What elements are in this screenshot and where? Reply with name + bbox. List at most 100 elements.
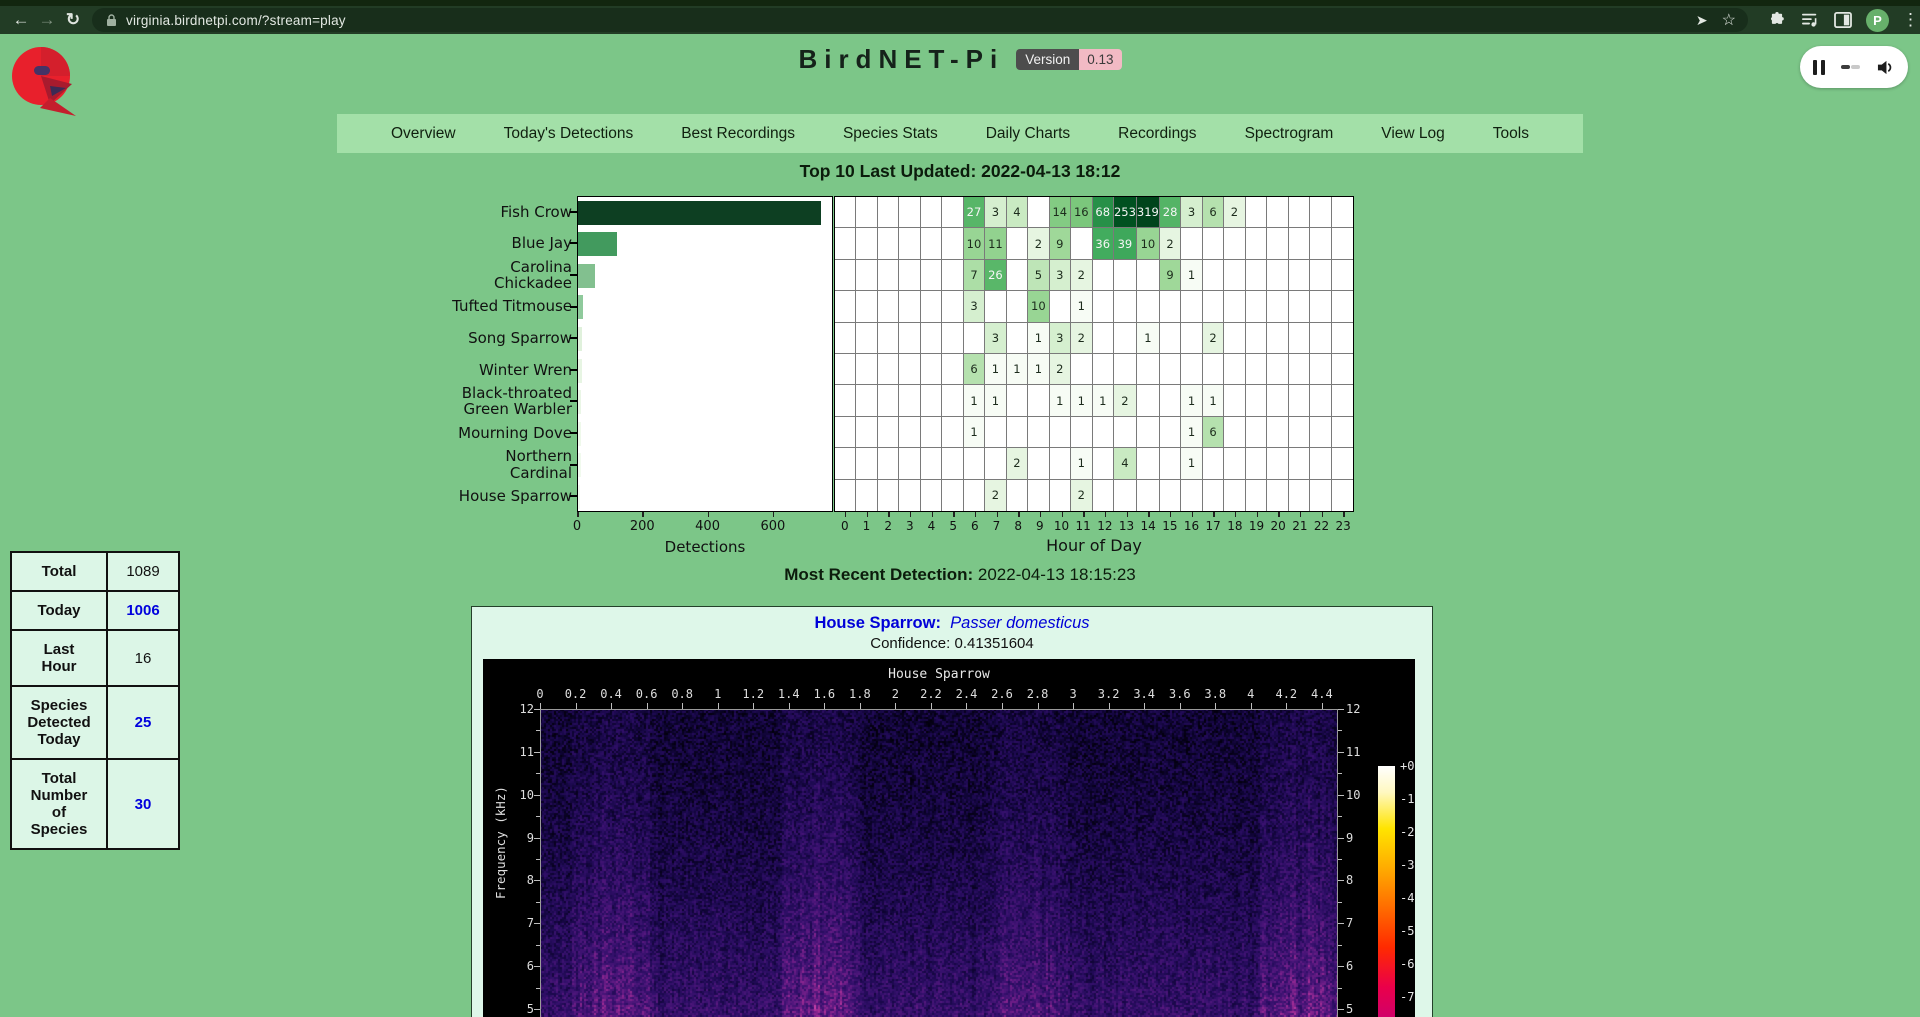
heatmap-cell: 14 [1050, 197, 1071, 228]
heatmap-cell [1203, 260, 1224, 291]
stats-value: 16 [107, 630, 179, 686]
detections-bar [578, 359, 582, 383]
heatmap-cell [1310, 417, 1331, 448]
hour-axis-tick [1213, 512, 1215, 517]
heatmap-cell: 68 [1093, 197, 1114, 228]
heatmap-cell [1093, 448, 1114, 479]
colorbar-label: -10 [1400, 792, 1415, 806]
heatmap-cell [921, 354, 942, 385]
forward-icon[interactable]: → [34, 10, 60, 30]
stats-row: Species Detected Today25 [11, 686, 179, 759]
bookmark-star-icon[interactable]: ☆ [1722, 10, 1736, 30]
heatmap-cell [1224, 417, 1245, 448]
menu-item-recordings[interactable]: Recordings [1118, 125, 1196, 143]
detection-common-name[interactable]: House Sparrow: [814, 614, 941, 632]
heatmap-cell [1310, 480, 1331, 511]
heatmap-cell [835, 385, 856, 416]
spec-freq-tick [1338, 966, 1344, 967]
send-icon[interactable]: ➤ [1696, 12, 1708, 29]
heatmap-cell [921, 228, 942, 259]
menu-item-today-s-detections[interactable]: Today's Detections [504, 125, 634, 143]
heatmap-cell: 2 [1007, 448, 1028, 479]
spec-freq-minor-tick [1338, 945, 1342, 946]
heatmap-cell [835, 197, 856, 228]
side-panel-icon[interactable] [1833, 12, 1853, 28]
heatmap-cell [1289, 480, 1310, 511]
heatmap-cell [1246, 197, 1267, 228]
heatmap-cell [1310, 228, 1331, 259]
hour-axis-tick-label: 0 [841, 519, 849, 533]
heatmap-cell [1181, 480, 1202, 511]
heatmap-cell [899, 228, 920, 259]
hour-axis-tick [932, 512, 934, 517]
species-tick [570, 337, 577, 339]
spec-freq-tick [1338, 709, 1344, 710]
heatmap-cell [835, 354, 856, 385]
heatmap-cell: 16 [1071, 197, 1092, 228]
menu-item-daily-charts[interactable]: Daily Charts [986, 125, 1070, 143]
menu-item-view-log[interactable]: View Log [1381, 125, 1444, 143]
hour-axis-tick [953, 512, 955, 517]
menu-item-tools[interactable]: Tools [1493, 125, 1529, 143]
hour-axis-tick [1278, 512, 1280, 517]
heatmap-cell: 10 [1028, 291, 1049, 322]
species-label: Song Sparrow [400, 330, 572, 347]
heatmap-cell [1028, 448, 1049, 479]
heatmap-cell [942, 354, 963, 385]
menu-item-overview[interactable]: Overview [391, 125, 456, 143]
heatmap-cell: 6 [1203, 197, 1224, 228]
heatmap-cell [835, 417, 856, 448]
heatmap-cell [985, 448, 1006, 479]
hour-axis-tick [1062, 512, 1064, 517]
heatmap-cell [856, 354, 877, 385]
spec-time-tick [824, 703, 825, 709]
heatmap-cell [921, 448, 942, 479]
spec-freq-label: 11 [504, 745, 534, 759]
hour-axis-tick [1148, 512, 1150, 517]
reload-icon[interactable]: ↻ [60, 10, 86, 30]
heatmap-cell: 3 [985, 323, 1006, 354]
media-controls-icon[interactable] [1800, 12, 1820, 28]
heatmap-cell [1114, 260, 1137, 291]
heatmap-cell [1267, 354, 1288, 385]
heatmap-cell [1007, 417, 1028, 448]
stats-value[interactable]: 30 [107, 759, 179, 849]
address-bar[interactable]: virginia.birdnetpi.com/?stream=play ➤ ☆ [92, 8, 1748, 32]
hour-axis-tick [1018, 512, 1020, 517]
extensions-puzzle-icon[interactable] [1767, 12, 1787, 29]
spec-freq-label: 9 [504, 831, 534, 845]
menu-item-species-stats[interactable]: Species Stats [843, 125, 938, 143]
heatmap-cell [1310, 385, 1331, 416]
heatmap-cell [1160, 354, 1181, 385]
heatmap-cell [1332, 323, 1353, 354]
spec-freq-tick [1338, 752, 1344, 753]
hour-axis-tick-label: 10 [1054, 519, 1069, 533]
spec-freq-label: 5 [1346, 1002, 1376, 1016]
menu-item-best-recordings[interactable]: Best Recordings [681, 125, 795, 143]
menu-item-spectrogram[interactable]: Spectrogram [1245, 125, 1334, 143]
heatmap-cell: 1 [1181, 417, 1202, 448]
heatmap-cell [1050, 417, 1071, 448]
spec-freq-minor-tick [1338, 730, 1342, 731]
top10-heading: Top 10 Last Updated: 2022-04-13 18:12 [0, 161, 1920, 182]
heatmap-cell: 3 [1050, 323, 1071, 354]
heatmap-cell: 4 [1114, 448, 1137, 479]
most-recent-detection-line: Most Recent Detection: 2022-04-13 18:15:… [0, 565, 1920, 585]
profile-avatar[interactable]: P [1866, 9, 1889, 32]
spec-time-tick [1180, 703, 1181, 709]
stats-value[interactable]: 25 [107, 686, 179, 759]
url-text[interactable]: virginia.birdnetpi.com/?stream=play [126, 13, 346, 28]
spec-time-tick [1144, 703, 1145, 709]
stats-value[interactable]: 1006 [107, 591, 179, 630]
heatmap-cell [1137, 480, 1160, 511]
detections-bar [578, 453, 581, 477]
detections-bar [578, 327, 582, 351]
heatmap-cell [942, 448, 963, 479]
detections-bar [578, 264, 595, 288]
kebab-menu-icon[interactable]: ⋮ [1902, 10, 1914, 30]
heatmap-cell: 1 [1071, 291, 1092, 322]
back-icon[interactable]: ← [8, 10, 34, 30]
spec-freq-label: 6 [1346, 959, 1376, 973]
spec-freq-label: 8 [504, 873, 534, 887]
heatmap-cell [1050, 291, 1071, 322]
